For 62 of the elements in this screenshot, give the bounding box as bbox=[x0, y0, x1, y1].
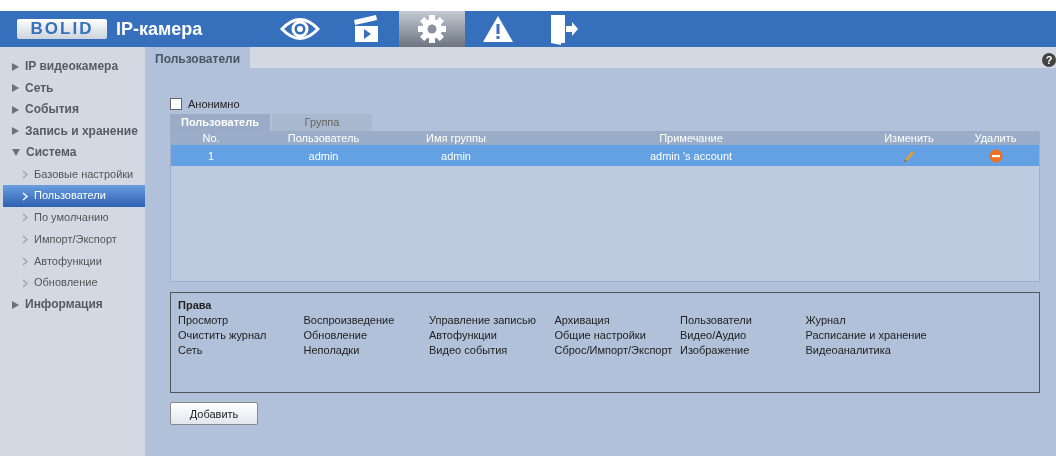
sidebar-item[interactable]: События bbox=[0, 99, 145, 121]
sidebar-subitem[interactable]: Базовые настройки bbox=[0, 163, 145, 186]
sidebar-subitem[interactable]: Пользователи bbox=[3, 185, 145, 208]
clapper-icon bbox=[352, 14, 380, 44]
right-label: Общие настройки bbox=[554, 329, 647, 341]
add-button[interactable]: Добавить bbox=[170, 402, 258, 425]
table-cell: 1 bbox=[207, 149, 215, 162]
chevron-icon bbox=[22, 191, 28, 201]
right-label: Неполадки bbox=[303, 344, 361, 356]
chevron-icon bbox=[22, 257, 28, 267]
warning-icon bbox=[482, 15, 514, 43]
sidebar-item[interactable]: Сеть bbox=[0, 77, 145, 99]
chevron-icon bbox=[22, 278, 28, 288]
right-label: Управление записью bbox=[429, 314, 537, 326]
logo: BOLID bbox=[17, 19, 107, 39]
sub-tab[interactable]: Группа bbox=[272, 114, 372, 131]
eye-icon bbox=[280, 16, 320, 42]
right-label: Видео события bbox=[429, 344, 509, 356]
gear-icon bbox=[417, 14, 447, 44]
right-label: Сеть bbox=[178, 344, 204, 356]
chevron-icon bbox=[22, 235, 28, 245]
app-title: IP-камера bbox=[116, 18, 204, 40]
sidebar-subitem[interactable]: Обновление bbox=[0, 272, 145, 295]
chevron-icon bbox=[22, 169, 28, 179]
checkbox[interactable] bbox=[170, 98, 182, 110]
right-label: Видеоаналитика bbox=[805, 344, 892, 356]
gear-nav-button[interactable] bbox=[399, 11, 465, 47]
column-header: Пользователь bbox=[286, 131, 361, 145]
sidebar-item[interactable]: Система bbox=[0, 142, 145, 164]
sidebar-subitem[interactable]: Автофункции bbox=[0, 250, 145, 273]
right-label: Изображение bbox=[680, 344, 751, 356]
column-header: No. bbox=[201, 131, 221, 145]
right-label: Архивация bbox=[554, 314, 611, 326]
column-header: Изменить bbox=[883, 131, 935, 145]
right-label: Сброс/Импорт/Экспорт bbox=[554, 344, 674, 356]
sidebar-subitem[interactable]: По умолчанию bbox=[0, 207, 145, 229]
sidebar-item[interactable]: Информация bbox=[0, 294, 145, 316]
right-label: Просмотр bbox=[178, 314, 230, 326]
sidebar-item[interactable]: IP видеокамера bbox=[0, 56, 145, 78]
column-header: Удалить bbox=[973, 131, 1018, 145]
table-row[interactable]: 1 admin admin admin 's account bbox=[171, 145, 1039, 166]
right-label: Воспроизведение bbox=[303, 314, 396, 326]
right-label: Обновление bbox=[303, 329, 368, 341]
sidebar-item[interactable]: Запись и хранение bbox=[0, 120, 145, 142]
right-label: Видео/Аудио bbox=[680, 329, 748, 341]
checkbox-label: Анонимно bbox=[188, 98, 240, 110]
right-label: Расписание и хранение bbox=[805, 329, 928, 341]
right-label: Очистить журнал bbox=[178, 329, 268, 341]
right-label: Журнал bbox=[805, 314, 847, 326]
right-label: Пользователи bbox=[680, 314, 753, 326]
table-cell: admin bbox=[308, 149, 339, 162]
sidebar-subitem[interactable]: Импорт/Экспорт bbox=[0, 228, 145, 251]
rights-title: Права bbox=[178, 299, 213, 311]
column-header: Примечание bbox=[658, 131, 724, 145]
exit-icon bbox=[549, 13, 579, 45]
column-header: Имя группы bbox=[425, 131, 487, 145]
delete-icon[interactable] bbox=[988, 148, 1003, 163]
anonymous-checkbox[interactable]: Анонимно bbox=[170, 97, 1040, 111]
chevron-icon bbox=[22, 213, 28, 223]
table-cell: admin 's account bbox=[649, 149, 733, 162]
right-label: Автофункции bbox=[429, 329, 498, 341]
table-cell: admin bbox=[441, 149, 471, 162]
